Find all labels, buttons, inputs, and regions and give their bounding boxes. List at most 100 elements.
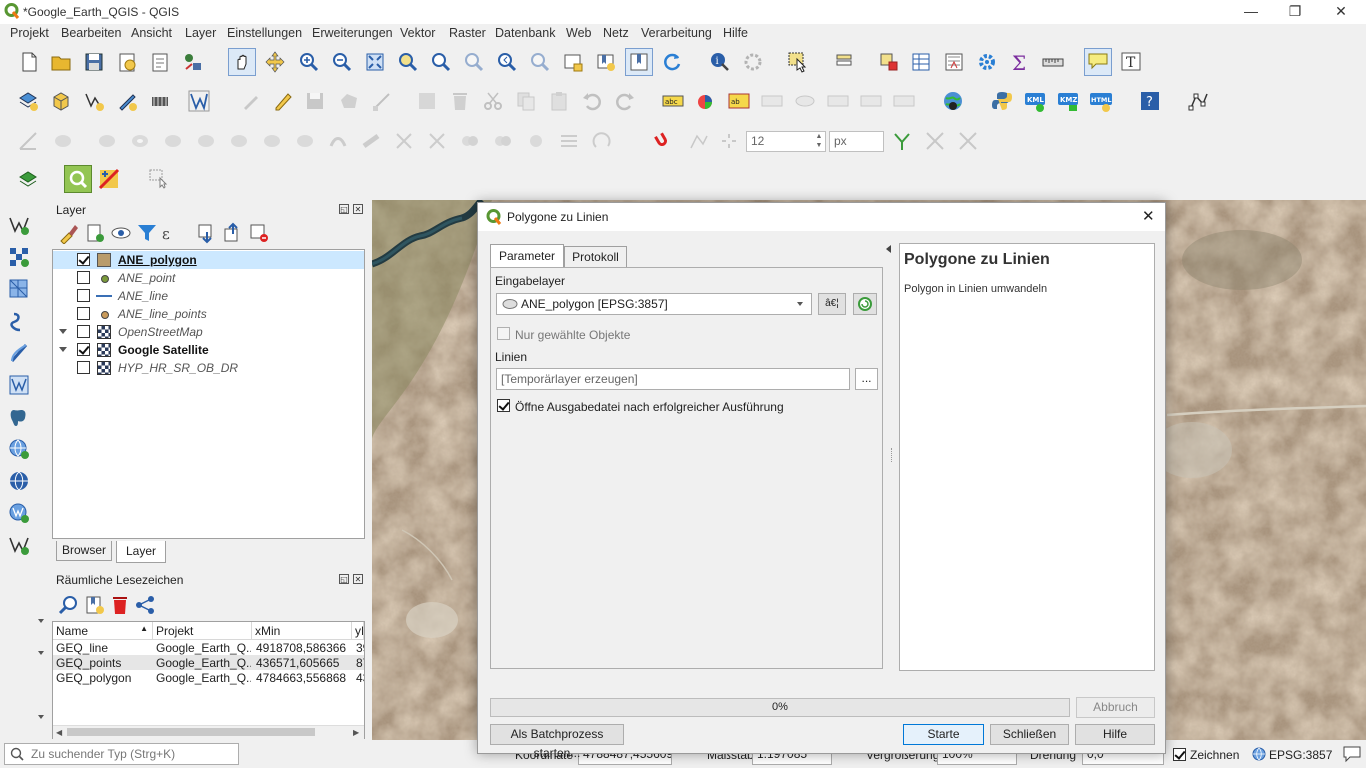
zoom-to-layer-icon[interactable] xyxy=(430,51,452,73)
add-group-icon[interactable] xyxy=(84,222,104,242)
run-button[interactable]: Starte xyxy=(903,724,984,745)
add-bookmark-icon[interactable] xyxy=(84,594,104,614)
menu-projekt[interactable]: Projekt xyxy=(10,26,49,40)
tab-layer[interactable]: Layer xyxy=(116,541,166,563)
tab-browser[interactable]: Browser xyxy=(56,541,112,561)
menu-einstellungen[interactable]: Einstellungen xyxy=(227,26,302,40)
georeferencer-icon[interactable] xyxy=(17,168,39,190)
delete-selected-icon[interactable] xyxy=(449,90,471,112)
virtual-layer-icon[interactable] xyxy=(188,90,210,112)
deselect-all-icon[interactable] xyxy=(878,51,900,73)
output-file-input[interactable]: [Temporärlayer erzeugen] xyxy=(496,368,850,390)
topological-editing-icon[interactable] xyxy=(891,130,913,152)
snap-unit-select[interactable]: px xyxy=(829,131,884,152)
layer-visibility-checkbox[interactable] xyxy=(77,343,90,356)
minimize-button[interactable]: — xyxy=(1228,0,1274,24)
merge-attributes-icon[interactable] xyxy=(492,130,514,152)
zoom-out-icon[interactable] xyxy=(331,51,353,73)
menu-bearbeiten[interactable]: Bearbeiten xyxy=(61,26,121,40)
table-row[interactable]: GEQ_points Google_Earth_Q... 436571,6056… xyxy=(53,655,364,670)
table-row[interactable]: GEQ_line Google_Earth_Q... 4918708,58636… xyxy=(53,640,364,655)
zoom-native-icon[interactable] xyxy=(463,51,485,73)
toggle-editing-icon[interactable] xyxy=(272,90,294,112)
tracing-icon[interactable] xyxy=(957,130,979,152)
refresh-icon[interactable] xyxy=(661,51,683,73)
measure-line-icon[interactable] xyxy=(1042,51,1064,73)
cut-features-icon[interactable] xyxy=(482,90,504,112)
processing-toolbox-icon[interactable] xyxy=(976,51,998,73)
expand-arrow-icon[interactable] xyxy=(59,329,67,334)
delete-part-icon[interactable] xyxy=(261,130,283,152)
split-features-icon[interactable] xyxy=(393,130,415,152)
change-label-icon[interactable] xyxy=(893,90,915,112)
zoom-last-icon[interactable] xyxy=(496,51,518,73)
copy-features-icon[interactable] xyxy=(515,90,537,112)
add-vector-layer-icon[interactable] xyxy=(8,214,30,236)
paste-features-icon[interactable] xyxy=(548,90,570,112)
run-action-icon[interactable] xyxy=(742,51,764,73)
selected-only-checkbox[interactable] xyxy=(497,327,510,340)
add-mesh-layer-icon[interactable] xyxy=(8,278,30,300)
data-source-manager-icon[interactable] xyxy=(17,90,39,112)
filter-legend-icon[interactable] xyxy=(136,222,156,241)
fill-ring-icon[interactable] xyxy=(195,130,217,152)
close-button[interactable]: Schließen xyxy=(990,724,1069,745)
add-part-icon[interactable] xyxy=(162,130,184,152)
layer-row-ane-line-points[interactable]: ANE_line_points xyxy=(53,305,364,323)
open-output-checkbox[interactable] xyxy=(497,399,510,412)
layer-row-ane-polygon[interactable]: ANE_polygon xyxy=(53,251,364,269)
menu-web[interactable]: Web xyxy=(566,26,591,40)
select-tool-icon[interactable] xyxy=(148,168,170,190)
field-calculator-icon[interactable] xyxy=(943,51,965,73)
text-annotation-icon[interactable]: T xyxy=(1120,51,1142,73)
layer-visibility-checkbox[interactable] xyxy=(77,289,90,302)
menu-datenbank[interactable]: Datenbank xyxy=(495,26,555,40)
show-bookmarks-icon[interactable] xyxy=(625,48,653,76)
open-layer-styling-icon[interactable] xyxy=(58,222,78,244)
filter-by-expression-icon[interactable]: ε xyxy=(160,222,178,243)
horizontal-scrollbar[interactable]: ◀ ▶ xyxy=(53,725,364,739)
column-header-name[interactable]: Name ▲ xyxy=(53,622,153,640)
menu-layer[interactable]: Layer xyxy=(185,26,216,40)
delete-ring-icon[interactable] xyxy=(228,130,250,152)
statistical-summary-icon[interactable]: Σ xyxy=(1009,51,1031,73)
layer-row-ane-point[interactable]: ANE_point xyxy=(53,269,364,287)
tab-parameter[interactable]: Parameter xyxy=(490,244,564,268)
help-button[interactable]: Hilfe xyxy=(1075,724,1155,745)
manage-visibility-icon[interactable] xyxy=(110,222,131,240)
menu-ansicht[interactable]: Ansicht xyxy=(131,26,172,40)
offset-point-symbols-icon[interactable] xyxy=(558,130,580,152)
add-raster-layer-icon[interactable] xyxy=(8,246,30,268)
render-checkbox[interactable] xyxy=(1173,748,1186,761)
vertex-tool-icon[interactable] xyxy=(371,90,393,112)
open-project-icon[interactable] xyxy=(50,51,72,73)
messages-icon[interactable] xyxy=(1342,745,1362,763)
expand-all-icon[interactable] xyxy=(196,222,214,244)
html-export-icon[interactable]: HTML xyxy=(1090,90,1112,112)
map-tips-icon[interactable] xyxy=(1084,48,1112,76)
identify-features-icon[interactable]: i xyxy=(709,51,731,73)
reshape-features-icon[interactable] xyxy=(294,130,316,152)
add-wcs-layer-icon[interactable] xyxy=(8,470,30,492)
close-panel-button[interactable]: ✕ xyxy=(353,574,363,584)
current-edits-icon[interactable] xyxy=(240,90,262,112)
show-hide-labels-icon[interactable] xyxy=(794,90,816,112)
float-panel-button[interactable]: ◱ xyxy=(339,204,349,214)
menu-verarbeitung[interactable]: Verarbeitung xyxy=(641,26,712,40)
trim-extend-icon[interactable] xyxy=(591,130,613,152)
reverse-line-icon[interactable] xyxy=(360,130,382,152)
column-header-xmin[interactable]: xMin xyxy=(252,622,352,640)
kmz-export-icon[interactable]: KMZ xyxy=(1057,90,1079,112)
snap-type-icon[interactable] xyxy=(718,130,740,152)
zoom-to-selection-icon[interactable] xyxy=(397,51,419,73)
snap-tolerance-spinner[interactable]: ▲ ▼ xyxy=(813,132,825,151)
iterate-features-button[interactable] xyxy=(853,293,877,315)
modify-attributes-icon[interactable] xyxy=(416,90,438,112)
new-temp-scratch-layer-icon[interactable] xyxy=(116,90,138,112)
layer-visibility-checkbox[interactable] xyxy=(77,253,90,266)
rotate-label-icon[interactable] xyxy=(860,90,882,112)
tab-protokoll[interactable]: Protokoll xyxy=(564,246,627,268)
browse-output-button[interactable]: ... xyxy=(855,368,878,390)
python-console-icon[interactable] xyxy=(991,90,1013,112)
menu-netz[interactable]: Netz xyxy=(603,26,629,40)
